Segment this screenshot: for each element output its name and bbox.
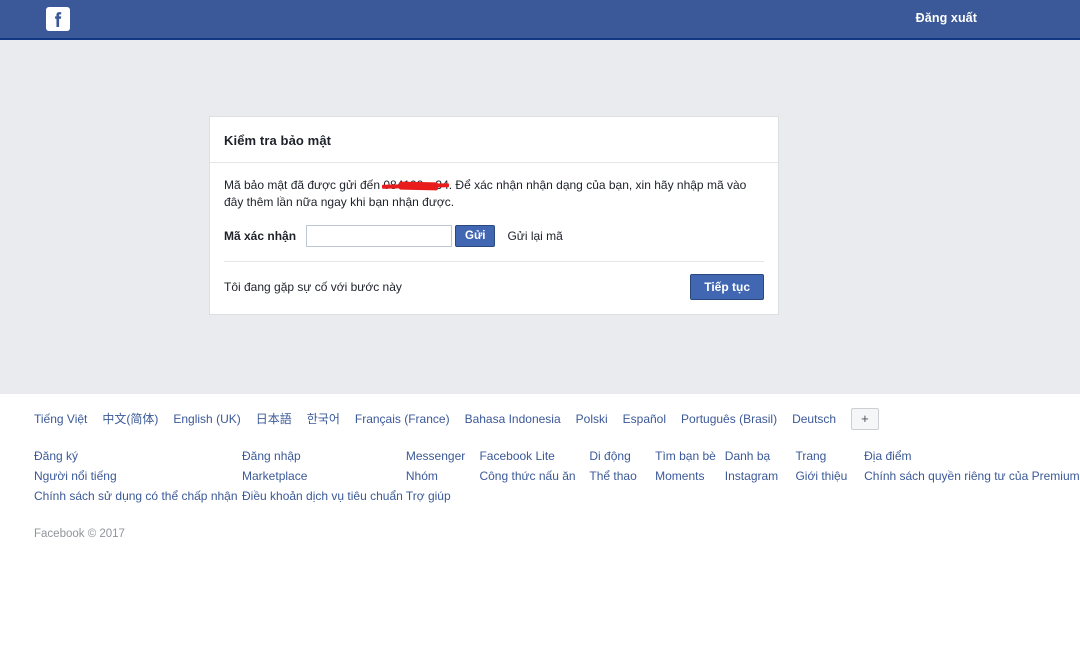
language-option[interactable]: Português (Brasil): [681, 409, 777, 429]
footer-link-column: Di động Thể thao: [589, 446, 655, 506]
footer-link[interactable]: Giới thiệu: [795, 466, 864, 486]
footer-link[interactable]: Marketplace: [242, 466, 406, 486]
footer-link[interactable]: Di động: [589, 446, 655, 466]
language-selector-row: Tiếng Việt 中文(简体) English (UK) 日本語 한국어 França…: [0, 408, 1080, 430]
verification-description: Mã bảo mật đã được gửi đến 084109xx34. Đ…: [224, 177, 764, 211]
security-check-card: Kiểm tra bảo mật Mã bảo mật đã được gửi …: [209, 116, 779, 315]
footer-links-grid: Đăng ký Người nổi tiếng Chính sách sử dụng…: [0, 446, 1080, 506]
language-option[interactable]: 한국어: [307, 409, 340, 429]
site-footer: Tiếng Việt 中文(简体) English (UK) 日本語 한국어 França…: [0, 394, 1080, 540]
language-option[interactable]: 日本語: [256, 409, 292, 429]
confirmation-code-row: Mã xác nhận Gửi Gửi lại mã: [224, 225, 764, 262]
send-code-button[interactable]: Gửi: [455, 225, 496, 247]
footer-link-column: Trang Giới thiệu: [795, 446, 864, 506]
footer-link[interactable]: Điều khoản dịch vụ tiêu chuẩn: [242, 486, 406, 506]
card-title: Kiểm tra bảo mật: [210, 117, 778, 163]
footer-link[interactable]: Trợ giúp: [406, 486, 480, 506]
logout-link[interactable]: Đăng xuất: [916, 11, 977, 25]
footer-link-column: Đăng ký Người nổi tiếng Chính sách sử dụng…: [34, 446, 242, 506]
copyright-notice: Facebook © 2017: [34, 528, 125, 540]
footer-link-column: Đăng nhập Marketplace Điều khoản dịch vụ t…: [242, 446, 406, 506]
footer-link[interactable]: Tìm bạn bè: [655, 446, 725, 466]
footer-link[interactable]: Thể thao: [589, 466, 655, 486]
description-text-before: Mã bảo mật đã được gửi đến: [224, 178, 384, 192]
footer-link[interactable]: Người nổi tiếng: [34, 466, 242, 486]
language-option[interactable]: Polski: [576, 409, 608, 429]
footer-link[interactable]: Đăng nhập: [242, 446, 406, 466]
resend-code-link[interactable]: Gửi lại mã: [507, 229, 562, 243]
footer-link[interactable]: Danh bạ: [725, 446, 796, 466]
footer-link-column: Tìm bạn bè Moments: [655, 446, 725, 506]
footer-link-column: Facebook Lite Công thức nấu ăn: [479, 446, 589, 506]
language-option[interactable]: Español: [623, 409, 666, 429]
footer-link[interactable]: Địa điểm: [864, 446, 1080, 466]
top-navigation-bar: Đăng xuất: [0, 0, 1080, 40]
language-option[interactable]: Français (France): [355, 409, 450, 429]
footer-link[interactable]: Facebook Lite: [479, 446, 589, 466]
card-body: Mã bảo mật đã được gửi đến 084109xx34. Đ…: [210, 163, 778, 262]
footer-link-column: Danh bạ Instagram: [725, 446, 796, 506]
facebook-logo-icon[interactable]: [46, 7, 70, 31]
confirmation-code-input[interactable]: [306, 225, 452, 247]
footer-link[interactable]: Moments: [655, 466, 725, 486]
footer-link-column: Messenger Nhóm Trợ giúp: [406, 446, 480, 506]
code-input-label: Mã xác nhận: [224, 229, 297, 243]
footer-link[interactable]: Chính sách quyền riêng tư của Premium: [864, 466, 1080, 486]
redaction-stroke-2: [399, 181, 439, 190]
footer-link[interactable]: Messenger: [406, 446, 480, 466]
footer-link[interactable]: Instagram: [725, 466, 796, 486]
page-content-area: Kiểm tra bảo mật Mã bảo mật đã được gửi …: [0, 40, 1080, 394]
having-trouble-link[interactable]: Tôi đang gặp sự cố với bước này: [224, 280, 402, 294]
language-option[interactable]: 中文(简体): [102, 409, 158, 429]
language-option[interactable]: English (UK): [173, 409, 240, 429]
language-option[interactable]: Bahasa Indonesia: [465, 409, 561, 429]
continue-button[interactable]: Tiếp tục: [690, 274, 764, 300]
language-option[interactable]: Deutsch: [792, 409, 836, 429]
footer-link[interactable]: Chính sách sử dụng có thể chấp nhận: [34, 486, 242, 506]
footer-link-column: Địa điểm Chính sách quyền riêng tư của Pr…: [864, 446, 1080, 506]
add-language-button[interactable]: +: [851, 408, 879, 430]
footer-link[interactable]: Nhóm: [406, 466, 480, 486]
language-option[interactable]: Tiếng Việt: [34, 409, 87, 429]
card-footer: Tôi đang gặp sự cố với bước này Tiếp tục: [210, 262, 778, 314]
footer-link[interactable]: Công thức nấu ăn: [479, 466, 589, 486]
redacted-phone-number: 084109xx34: [382, 177, 450, 194]
footer-link[interactable]: Đăng ký: [34, 446, 242, 466]
footer-link[interactable]: Trang: [795, 446, 864, 466]
